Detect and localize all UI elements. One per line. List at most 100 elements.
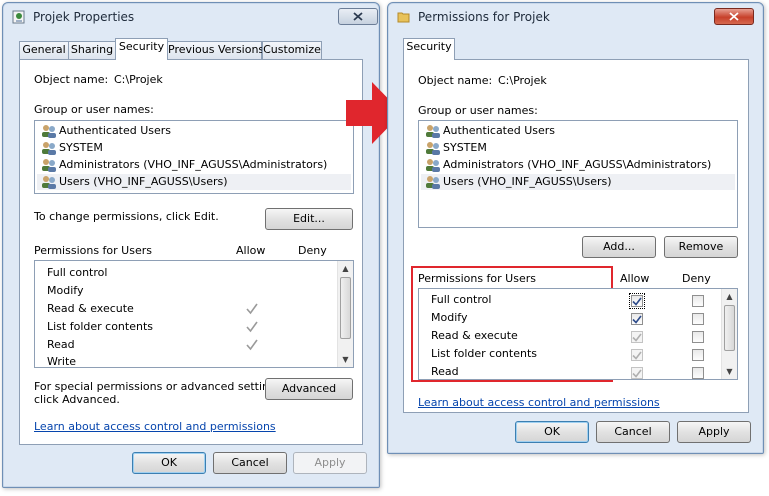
group-user-list[interactable]: Authenticated Users SYSTEM Administrator… — [418, 120, 738, 228]
close-icon — [729, 12, 739, 21]
allow-header: Allow — [236, 244, 266, 257]
properties-icon — [12, 10, 25, 24]
object-name-value: C:\Projek — [114, 73, 163, 86]
object-name-label: Object name: — [34, 73, 109, 86]
cancel-button[interactable]: Cancel — [596, 421, 670, 443]
close-button[interactable] — [338, 8, 378, 25]
permission-row: Modify — [47, 284, 84, 297]
allow-header: Allow — [620, 272, 650, 285]
title-bar[interactable]: Permissions for Projek — [388, 3, 763, 31]
scroll-down-icon[interactable]: ▼ — [338, 352, 353, 367]
deny-checkbox[interactable] — [692, 331, 704, 343]
close-icon — [353, 12, 363, 21]
permission-row: Full control — [47, 266, 108, 279]
edit-button[interactable]: Edit... — [265, 208, 353, 230]
folder-icon — [397, 12, 410, 23]
permission-row: Read — [47, 338, 75, 351]
apply-button[interactable]: Apply — [293, 452, 367, 474]
projek-properties-window: Projek Properties General Sharing Securi… — [2, 2, 380, 488]
tab-previous-versions[interactable]: Previous Versions — [167, 41, 264, 59]
advanced-button[interactable]: Advanced — [265, 378, 353, 400]
ok-button[interactable]: OK — [132, 452, 206, 474]
permissions-list: Full control Modify Read & execute List … — [418, 288, 738, 380]
list-item-selected[interactable]: Users (VHO_INF_AGUSS\Users) — [421, 174, 735, 190]
allow-checkbox-disabled — [631, 349, 643, 361]
permission-row: Read & execute — [47, 302, 134, 315]
permission-row: Read — [431, 365, 459, 378]
list-item[interactable]: SYSTEM — [41, 140, 103, 156]
object-name-label: Object name: — [418, 74, 493, 87]
check-icon — [632, 333, 642, 342]
allow-checkbox[interactable] — [629, 293, 645, 309]
list-item[interactable]: Administrators (VHO_INF_AGUSS\Administra… — [425, 157, 711, 173]
apply-button[interactable]: Apply — [677, 421, 751, 443]
users-icon — [42, 176, 56, 189]
check-icon — [632, 315, 642, 324]
users-icon — [426, 125, 440, 138]
close-button[interactable] — [714, 8, 754, 25]
scroll-thumb[interactable] — [340, 277, 351, 339]
deny-header: Deny — [682, 272, 711, 285]
window-title: Permissions for Projek — [418, 10, 550, 24]
allow-checkbox[interactable] — [631, 313, 643, 325]
permission-row: Read & execute — [431, 329, 518, 342]
permissions-scrollbar[interactable]: ▲ ▼ — [337, 261, 353, 367]
cancel-button[interactable]: Cancel — [213, 452, 287, 474]
scroll-up-icon[interactable]: ▲ — [722, 289, 737, 304]
allow-checkbox-disabled — [631, 367, 643, 379]
permissions-window: Permissions for Projek Security Object n… — [387, 2, 764, 454]
deny-checkbox[interactable] — [692, 313, 704, 325]
permissions-list: Full control Modify Read & execute List … — [34, 260, 354, 368]
allow-check-icon — [246, 339, 258, 351]
users-icon — [426, 142, 440, 155]
object-name-value: C:\Projek — [498, 74, 547, 87]
list-item[interactable]: Authenticated Users — [41, 123, 171, 139]
special-permissions-text: For special permissions or advanced sett… — [34, 380, 286, 393]
users-icon — [426, 176, 440, 189]
permission-row: List folder contents — [47, 320, 153, 333]
users-icon — [42, 125, 56, 138]
special-permissions-text-2: click Advanced. — [34, 393, 120, 406]
group-user-list[interactable]: Authenticated Users SYSTEM Administrator… — [34, 120, 354, 194]
users-icon — [42, 142, 56, 155]
remove-button[interactable]: Remove — [664, 236, 738, 258]
ok-button[interactable]: OK — [515, 421, 589, 443]
list-item[interactable]: Authenticated Users — [425, 123, 555, 139]
permission-row: Write — [47, 355, 77, 368]
list-item[interactable]: SYSTEM — [425, 140, 487, 156]
deny-checkbox[interactable] — [692, 349, 704, 361]
learn-more-link[interactable]: Learn about access control and permissio… — [418, 396, 660, 409]
group-label: Group or user names: — [34, 103, 154, 116]
security-tab-panel: Object name: C:\Projek Group or user nam… — [403, 59, 749, 413]
group-label: Group or user names: — [418, 104, 538, 117]
allow-check-icon — [246, 303, 258, 315]
permissions-header: Permissions for Users — [418, 272, 536, 285]
permission-row: List folder contents — [431, 347, 537, 360]
tab-customize[interactable]: Customize — [262, 41, 322, 59]
list-item-selected[interactable]: Users (VHO_INF_AGUSS\Users) — [37, 174, 351, 190]
deny-checkbox[interactable] — [692, 295, 704, 307]
check-icon — [632, 351, 642, 360]
tab-security[interactable]: Security — [403, 38, 455, 60]
security-tab-panel: Object name: C:\Projek Group or user nam… — [19, 59, 363, 445]
tab-security[interactable]: Security — [115, 38, 168, 60]
users-icon — [42, 159, 56, 172]
scroll-down-icon[interactable]: ▼ — [722, 364, 737, 379]
add-button[interactable]: Add... — [582, 236, 656, 258]
tab-general[interactable]: General — [19, 41, 69, 59]
permissions-header: Permissions for Users — [34, 244, 152, 257]
learn-more-link[interactable]: Learn about access control and permissio… — [34, 420, 276, 433]
permissions-scrollbar[interactable]: ▲ ▼ — [721, 289, 737, 379]
list-item[interactable]: Administrators (VHO_INF_AGUSS\Administra… — [41, 157, 327, 173]
allow-check-icon — [246, 321, 258, 333]
scroll-thumb[interactable] — [724, 305, 735, 351]
allow-checkbox-disabled — [631, 331, 643, 343]
deny-checkbox[interactable] — [692, 367, 704, 379]
check-icon — [632, 297, 642, 306]
users-icon — [426, 159, 440, 172]
tab-sharing[interactable]: Sharing — [68, 41, 116, 59]
title-bar[interactable]: Projek Properties — [3, 3, 379, 31]
window-title: Projek Properties — [33, 10, 135, 24]
scroll-up-icon[interactable]: ▲ — [338, 261, 353, 276]
permission-row: Full control — [431, 293, 492, 306]
